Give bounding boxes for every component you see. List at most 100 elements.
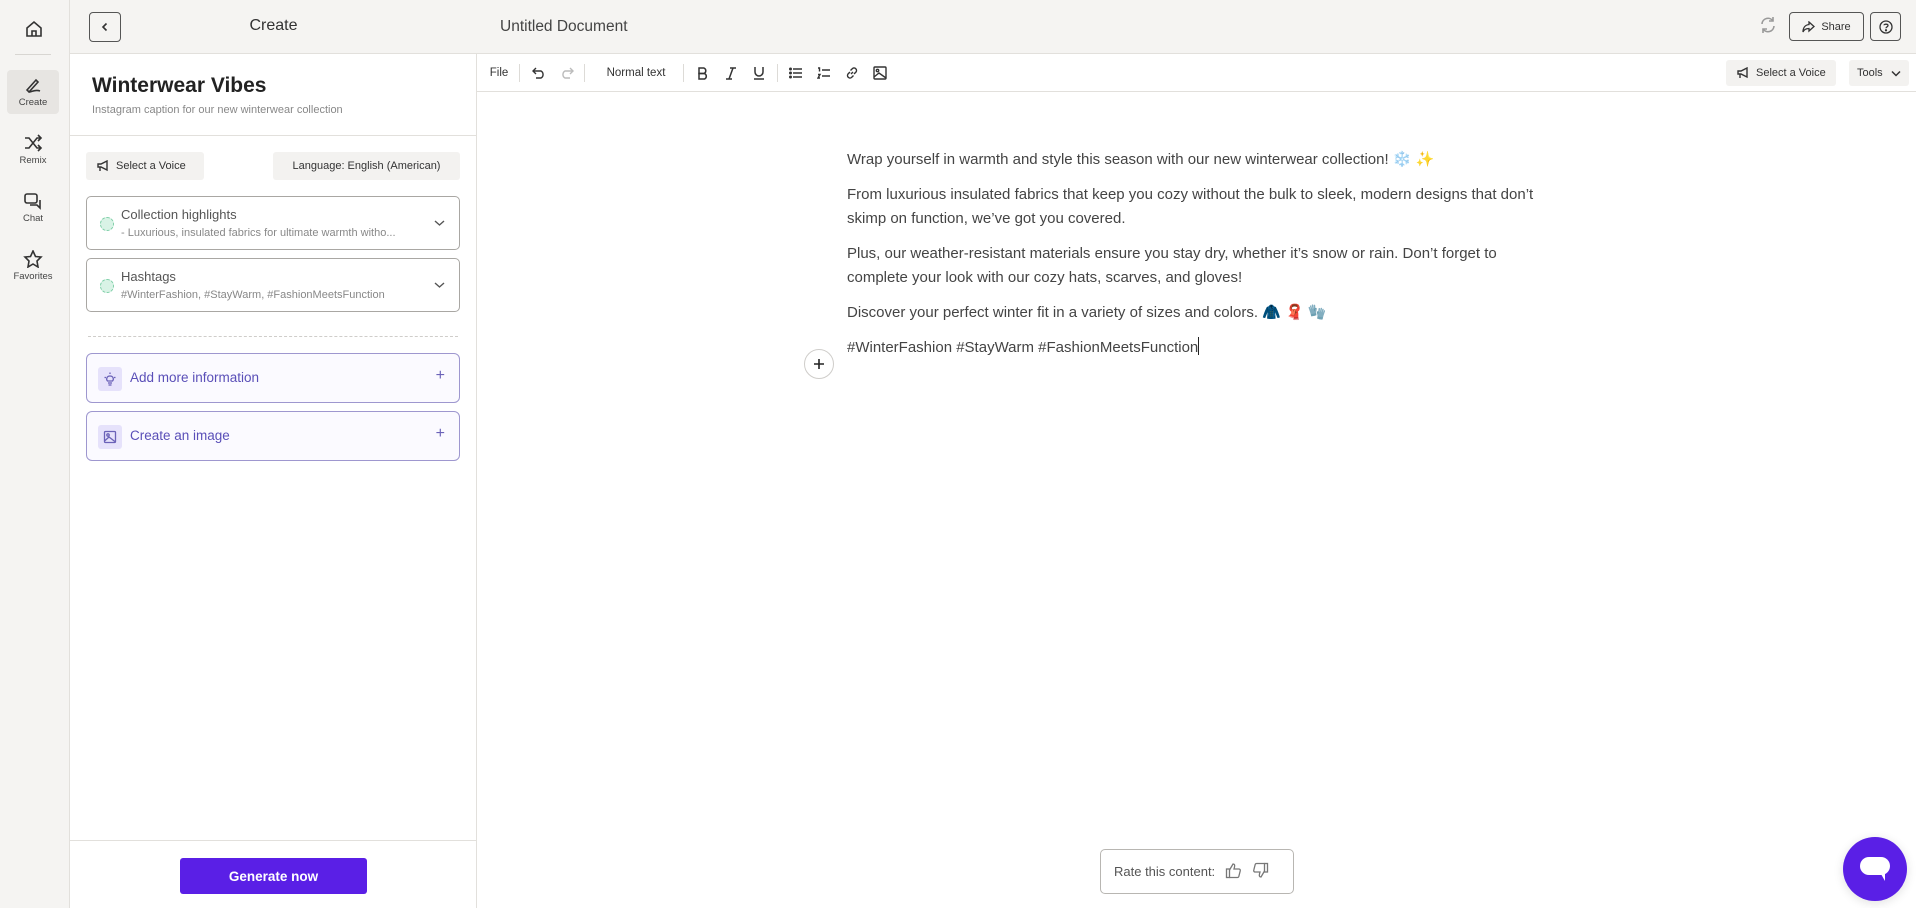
add-more-information-button[interactable]: Add more information + xyxy=(86,353,460,403)
image-icon xyxy=(873,66,887,80)
card-subtitle: #WinterFashion, #StayWarm, #FashionMeets… xyxy=(121,289,385,301)
input-card-collection-highlights[interactable]: Collection highlights - Luxurious, insul… xyxy=(86,196,460,250)
create-panel: Create Winterwear Vibes Instagram captio… xyxy=(70,0,477,908)
home-button[interactable] xyxy=(17,14,51,44)
thumbs-down-button[interactable] xyxy=(1252,862,1269,882)
chevron-down-icon xyxy=(434,220,445,226)
toolbar-divider xyxy=(584,64,585,82)
action-label: Create an image xyxy=(130,428,230,443)
chat-bubbles-icon xyxy=(24,193,41,210)
rail-item-label: Create xyxy=(18,97,48,108)
chevron-down-icon xyxy=(434,282,445,288)
share-button[interactable]: Share xyxy=(1789,12,1864,41)
help-icon xyxy=(1878,19,1893,34)
bullet-list-button[interactable] xyxy=(784,54,808,92)
select-voice-label: Select a Voice xyxy=(116,160,186,172)
footer-divider xyxy=(70,840,477,841)
panel-header: Create xyxy=(70,0,477,54)
card-subtitle: - Luxurious, insulated fabrics for ultim… xyxy=(121,227,396,239)
select-voice-label: Select a Voice xyxy=(1756,67,1826,79)
language-selector[interactable]: Language: English (American) xyxy=(273,152,460,180)
toolbar-divider xyxy=(519,64,520,82)
generate-now-button[interactable]: Generate now xyxy=(180,858,367,894)
file-menu[interactable]: File xyxy=(486,54,512,92)
toolbar-select-voice-button[interactable]: Select a Voice xyxy=(1726,60,1836,86)
thumbs-down-icon xyxy=(1253,862,1269,878)
rail-item-chat[interactable]: Chat xyxy=(7,186,59,230)
panel-title: Create xyxy=(249,17,298,34)
italic-icon xyxy=(726,66,736,80)
paragraph[interactable]: Discover your perfect winter fit in a va… xyxy=(847,301,1547,325)
document-name[interactable]: Untitled Document xyxy=(500,18,628,36)
bold-button[interactable] xyxy=(691,54,715,92)
thumbs-up-button[interactable] xyxy=(1225,862,1242,882)
italic-button[interactable] xyxy=(719,54,743,92)
status-indicator-icon xyxy=(100,217,114,231)
chat-support-button[interactable] xyxy=(1843,837,1907,901)
lightbulb-icon xyxy=(98,367,122,391)
paragraph[interactable]: From luxurious insulated fabrics that ke… xyxy=(847,183,1547,231)
home-icon xyxy=(26,20,42,37)
tools-dropdown[interactable]: Tools xyxy=(1849,60,1909,86)
paragraph[interactable]: Plus, our weather-resistant materials en… xyxy=(847,242,1547,290)
star-icon xyxy=(23,250,43,268)
rail-item-label: Chat xyxy=(22,213,44,224)
share-arrow-icon xyxy=(1802,20,1816,32)
rail-item-create[interactable]: Create xyxy=(7,70,59,114)
hashtags-text: #WinterFashion #StayWarm #FashionMeetsFu… xyxy=(847,339,1199,356)
help-button[interactable] xyxy=(1870,12,1901,41)
share-label: Share xyxy=(1821,20,1851,33)
rail-item-label: Favorites xyxy=(13,271,53,282)
chat-bubble-icon xyxy=(1860,857,1890,881)
left-rail: Create Remix Chat Favorites xyxy=(0,0,70,908)
create-an-image-button[interactable]: Create an image + xyxy=(86,411,460,461)
editor-topbar: Untitled Document Share xyxy=(477,0,1916,54)
link-button[interactable] xyxy=(840,54,864,92)
project-title: Winterwear Vibes xyxy=(92,74,267,97)
card-title: Hashtags xyxy=(121,269,176,284)
image-icon xyxy=(98,425,122,449)
underline-icon xyxy=(754,67,764,80)
card-title: Collection highlights xyxy=(121,207,237,222)
toolbar-divider xyxy=(683,64,684,82)
sync-icon[interactable] xyxy=(1758,15,1778,40)
thumbs-up-icon xyxy=(1226,862,1242,878)
project-subtitle: Instagram caption for our new winterwear… xyxy=(92,104,343,116)
redo-icon xyxy=(562,67,574,79)
toolbar-divider xyxy=(777,64,778,82)
link-icon xyxy=(846,67,858,79)
divider xyxy=(70,135,477,136)
plus-icon xyxy=(814,359,824,369)
rail-item-label: Remix xyxy=(19,155,47,166)
underline-button[interactable] xyxy=(747,54,771,92)
add-block-button[interactable] xyxy=(804,349,834,379)
plus-icon: + xyxy=(435,425,445,442)
rate-label: Rate this content: xyxy=(1114,864,1216,879)
input-card-hashtags[interactable]: Hashtags #WinterFashion, #StayWarm, #Fas… xyxy=(86,258,460,312)
undo-icon xyxy=(532,67,544,79)
plus-icon: + xyxy=(435,367,445,384)
paragraph[interactable]: Wrap yourself in warmth and style this s… xyxy=(847,148,1547,172)
text-style-dropdown[interactable]: Normal text xyxy=(595,54,677,92)
rate-content-box: Rate this content: xyxy=(1100,849,1294,894)
app-root: Create Remix Chat Favorites Create Winte… xyxy=(0,0,1916,908)
select-voice-button[interactable]: Select a Voice xyxy=(86,152,204,180)
rail-item-remix[interactable]: Remix xyxy=(7,128,59,172)
bold-icon xyxy=(698,66,707,80)
formatting-toolbar: File Normal text Select a Voice Tools xyxy=(477,54,1916,92)
megaphone-icon xyxy=(97,160,108,172)
pen-icon xyxy=(25,78,41,94)
chevron-down-icon xyxy=(1891,70,1901,77)
rail-item-favorites[interactable]: Favorites xyxy=(7,244,59,288)
document-body[interactable]: Wrap yourself in warmth and style this s… xyxy=(847,148,1547,371)
bullet-list-icon xyxy=(789,67,802,79)
undo-button[interactable] xyxy=(527,54,551,92)
insert-image-button[interactable] xyxy=(868,54,892,92)
status-indicator-icon xyxy=(100,279,114,293)
numbered-list-button[interactable] xyxy=(812,54,836,92)
tools-label: Tools xyxy=(1857,67,1883,79)
paragraph-hashtags[interactable]: #WinterFashion #StayWarm #FashionMeetsFu… xyxy=(847,336,1547,360)
redo-button[interactable] xyxy=(555,54,579,92)
language-label: Language: English (American) xyxy=(292,160,441,172)
action-label: Add more information xyxy=(130,370,260,385)
